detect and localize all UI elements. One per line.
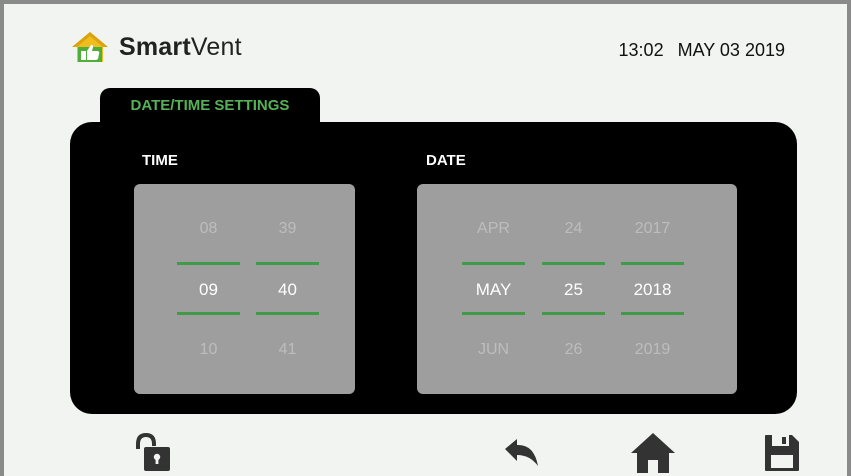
minute-wheel[interactable]: 39 40 41 bbox=[256, 184, 319, 394]
settings-panel: TIME DATE 08 09 10 39 40 41 APR MAY JUN … bbox=[70, 122, 797, 414]
unlock-icon[interactable] bbox=[134, 432, 176, 474]
time-label: TIME bbox=[142, 152, 178, 169]
minute-prev[interactable]: 39 bbox=[256, 220, 319, 238]
month-next[interactable]: JUN bbox=[462, 341, 525, 359]
time-picker: 08 09 10 39 40 41 bbox=[134, 184, 355, 394]
month-wheel[interactable]: APR MAY JUN bbox=[462, 184, 525, 394]
clock: 13:02 MAY 03 2019 bbox=[619, 40, 785, 61]
save-icon[interactable] bbox=[764, 434, 800, 472]
day-selected[interactable]: 25 bbox=[542, 280, 605, 300]
year-wheel[interactable]: 2017 2018 2019 bbox=[621, 184, 684, 394]
month-selected[interactable]: MAY bbox=[462, 280, 525, 300]
undo-icon[interactable] bbox=[503, 436, 543, 472]
minute-selection-line-bottom bbox=[256, 312, 319, 315]
year-selection-line-bottom bbox=[621, 312, 684, 315]
day-selection-line-bottom bbox=[542, 312, 605, 315]
hour-wheel[interactable]: 08 09 10 bbox=[177, 184, 240, 394]
minute-next[interactable]: 41 bbox=[256, 341, 319, 359]
date-picker: APR MAY JUN 24 25 26 2017 2018 2019 bbox=[417, 184, 737, 394]
brand-bold: Smart bbox=[119, 32, 191, 61]
year-selection-line-top bbox=[621, 262, 684, 265]
month-prev[interactable]: APR bbox=[462, 220, 525, 238]
hour-prev[interactable]: 08 bbox=[177, 220, 240, 238]
month-selection-line-top bbox=[462, 262, 525, 265]
hour-selection-line-top bbox=[177, 262, 240, 265]
clock-date: MAY 03 2019 bbox=[677, 40, 785, 60]
day-wheel[interactable]: 24 25 26 bbox=[542, 184, 605, 394]
hour-next[interactable]: 10 bbox=[177, 341, 240, 359]
day-selection-line-top bbox=[542, 262, 605, 265]
year-next[interactable]: 2019 bbox=[621, 341, 684, 359]
day-next[interactable]: 26 bbox=[542, 341, 605, 359]
year-selected[interactable]: 2018 bbox=[621, 280, 684, 300]
minute-selection-line-top bbox=[256, 262, 319, 265]
app-frame: SmartVent 13:02 MAY 03 2019 DATE/TIME SET… bbox=[0, 0, 851, 476]
day-prev[interactable]: 24 bbox=[542, 220, 605, 238]
hour-selection-line-bottom bbox=[177, 312, 240, 315]
house-thumbs-up-icon bbox=[72, 32, 108, 62]
home-icon[interactable] bbox=[630, 432, 676, 474]
logo: SmartVent bbox=[70, 30, 242, 64]
tab-label: DATE/TIME SETTINGS bbox=[130, 96, 290, 114]
brand-name: SmartVent bbox=[119, 33, 242, 62]
clock-time: 13:02 bbox=[618, 40, 664, 60]
date-label: DATE bbox=[426, 152, 466, 169]
month-selection-line-bottom bbox=[462, 312, 525, 315]
year-prev[interactable]: 2017 bbox=[621, 220, 684, 238]
hour-selected[interactable]: 09 bbox=[177, 280, 240, 300]
brand-light: Vent bbox=[190, 32, 242, 61]
minute-selected[interactable]: 40 bbox=[256, 280, 319, 300]
